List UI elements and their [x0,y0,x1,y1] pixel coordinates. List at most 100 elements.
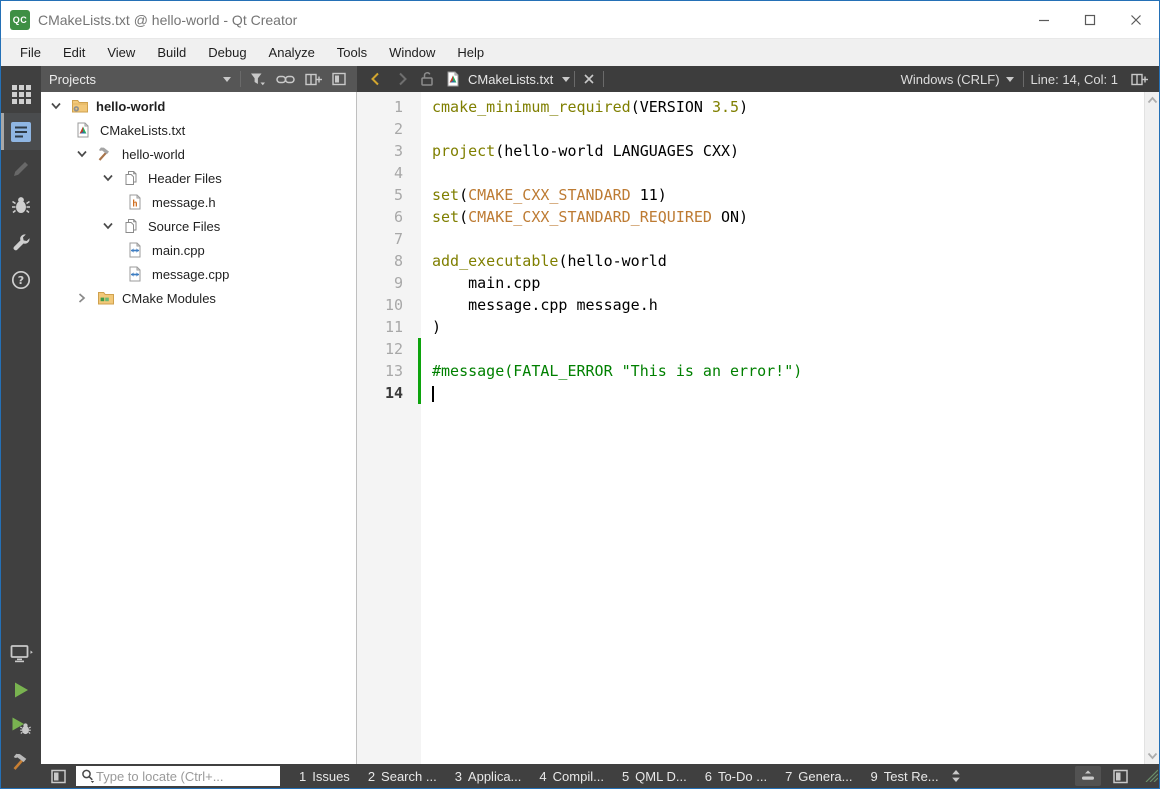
mode-projects-button[interactable] [1,224,41,261]
tree-item-message-h[interactable]: h message.h [41,190,356,214]
mode-help-button[interactable]: ? [1,261,41,298]
split-button[interactable] [300,66,327,92]
tree-item-header-files[interactable]: Header Files [41,166,356,190]
tree-item-label: hello-world [96,98,166,114]
progress-details-toggle[interactable] [1075,766,1101,786]
output-pane-to-do-[interactable]: 6 To-Do ... [696,764,776,788]
header-row: Projects CMakeLists.txt Windows (CRLF) L… [41,66,1159,92]
line-number[interactable]: 14 [357,382,403,404]
projects-pane-title[interactable]: Projects [49,72,217,87]
mode-debug-button[interactable] [1,187,41,224]
split-editor-button[interactable] [1126,72,1153,87]
scroll-up-icon[interactable] [1147,96,1158,104]
code-line-4[interactable]: 4 [357,162,1144,184]
output-pane-genera-[interactable]: 7 Genera... [776,764,861,788]
code-line-13[interactable]: 13 #message(FATAL_ERROR "This is an error… [357,360,1144,382]
menu-view[interactable]: View [96,39,146,66]
chevron-down-icon[interactable] [101,219,123,233]
line-number[interactable]: 12 [357,338,403,360]
code-line-12[interactable]: 12 [357,338,1144,360]
document-dropdown-caret-icon[interactable] [561,75,571,83]
line-number[interactable]: 8 [357,250,403,272]
build-button[interactable] [1,744,41,780]
line-number[interactable]: 11 [357,316,403,338]
mode-edit-button[interactable] [1,113,41,150]
locator-search-icon[interactable] [80,768,96,784]
scroll-down-icon[interactable] [1147,752,1158,760]
kit-selector-button[interactable] [1,636,41,672]
code-line-11[interactable]: 11) [357,316,1144,338]
line-number[interactable]: 6 [357,206,403,228]
code-line-1[interactable]: 1 cmake_minimum_required(VERSION 3.5) [357,96,1144,118]
code-line-3[interactable]: 3 project(hello-world LANGUAGES CXX) [357,140,1144,162]
tree-item-cmake-modules[interactable]: CMake Modules [41,286,356,310]
code-editor[interactable]: 1 cmake_minimum_required(VERSION 3.5) 2 3 pr… [357,92,1159,764]
line-ending-caret-icon[interactable] [1000,75,1020,83]
output-pane-search-[interactable]: 2 Search ... [359,764,446,788]
editor-scrollbar[interactable] [1144,92,1159,764]
line-number[interactable]: 2 [357,118,403,140]
line-ending-selector[interactable]: Windows (CRLF) [901,72,1000,87]
tree-item-cmakelists-txt[interactable]: CMakeLists.txt [41,118,356,142]
pane-dropdown-button[interactable] [217,66,237,92]
menu-help[interactable]: Help [446,39,495,66]
code-line-9[interactable]: 9 main.cpp [357,272,1144,294]
locator-input[interactable] [96,768,276,784]
line-number[interactable]: 9 [357,272,403,294]
open-document-selector[interactable]: CMakeLists.txt [445,71,571,87]
chevron-down-icon[interactable] [101,171,123,185]
menu-edit[interactable]: Edit [52,39,96,66]
tree-item-source-files[interactable]: Source Files [41,214,356,238]
minimize-button[interactable] [1021,1,1067,38]
menu-build[interactable]: Build [146,39,197,66]
code-line-10[interactable]: 10 message.cpp message.h [357,294,1144,316]
run-button[interactable] [1,672,41,708]
tree-item-hello-world[interactable]: hello-world [41,142,356,166]
chevron-right-icon[interactable] [75,291,97,305]
code-line-5[interactable]: 5 set(CMAKE_CXX_STANDARD 11) [357,184,1144,206]
resize-grip[interactable] [1144,768,1159,787]
synchronize-with-editor-button[interactable] [271,66,300,92]
menu-debug[interactable]: Debug [197,39,257,66]
toggle-right-sidebar-button[interactable] [1109,766,1131,786]
code-text: add_executable(hello-world [432,252,667,270]
tree-item-main-cpp[interactable]: main.cpp [41,238,356,262]
close-panel-button[interactable] [327,66,351,92]
line-number[interactable]: 7 [357,228,403,250]
line-number[interactable]: 4 [357,162,403,184]
tree-item-hello-world[interactable]: hello-world [41,94,356,118]
line-number[interactable]: 1 [357,96,403,118]
output-pane-applica-[interactable]: 3 Applica... [446,764,531,788]
line-number[interactable]: 3 [357,140,403,162]
line-number[interactable]: 5 [357,184,403,206]
line-number[interactable]: 13 [357,360,403,382]
tree-item-message-cpp[interactable]: message.cpp [41,262,356,286]
output-pane-compil-[interactable]: 4 Compil... [530,764,613,788]
debug-run-button[interactable] [1,708,41,744]
code-line-8[interactable]: 8 add_executable(hello-world [357,250,1144,272]
filter-button[interactable] [244,66,271,92]
maximize-button[interactable] [1067,1,1113,38]
output-pane-arrows-icon[interactable] [950,769,962,783]
chevron-down-icon[interactable] [49,99,71,113]
line-number[interactable]: 10 [357,294,403,316]
output-pane-qml-d-[interactable]: 5 QML D... [613,764,696,788]
menu-window[interactable]: Window [378,39,446,66]
close-window-button[interactable] [1113,1,1159,38]
mode-design-button[interactable] [1,150,41,187]
output-pane-issues[interactable]: 1 Issues [290,764,359,788]
output-pane-test-re-[interactable]: 9 Test Re... [862,764,948,788]
code-line-6[interactable]: 6 set(CMAKE_CXX_STANDARD_REQUIRED ON) [357,206,1144,228]
go-forward-button[interactable] [389,66,415,92]
code-line-7[interactable]: 7 [357,228,1144,250]
close-document-button[interactable] [578,66,600,92]
toggle-left-sidebar-button[interactable] [47,766,69,786]
code-line-2[interactable]: 2 [357,118,1144,140]
menu-file[interactable]: File [9,39,52,66]
go-back-button[interactable] [363,66,389,92]
chevron-down-icon[interactable] [75,147,97,161]
code-line-14[interactable]: 14 [357,382,1144,404]
menu-analyze[interactable]: Analyze [258,39,326,66]
menu-tools[interactable]: Tools [326,39,378,66]
mode-welcome-button[interactable] [1,76,41,113]
